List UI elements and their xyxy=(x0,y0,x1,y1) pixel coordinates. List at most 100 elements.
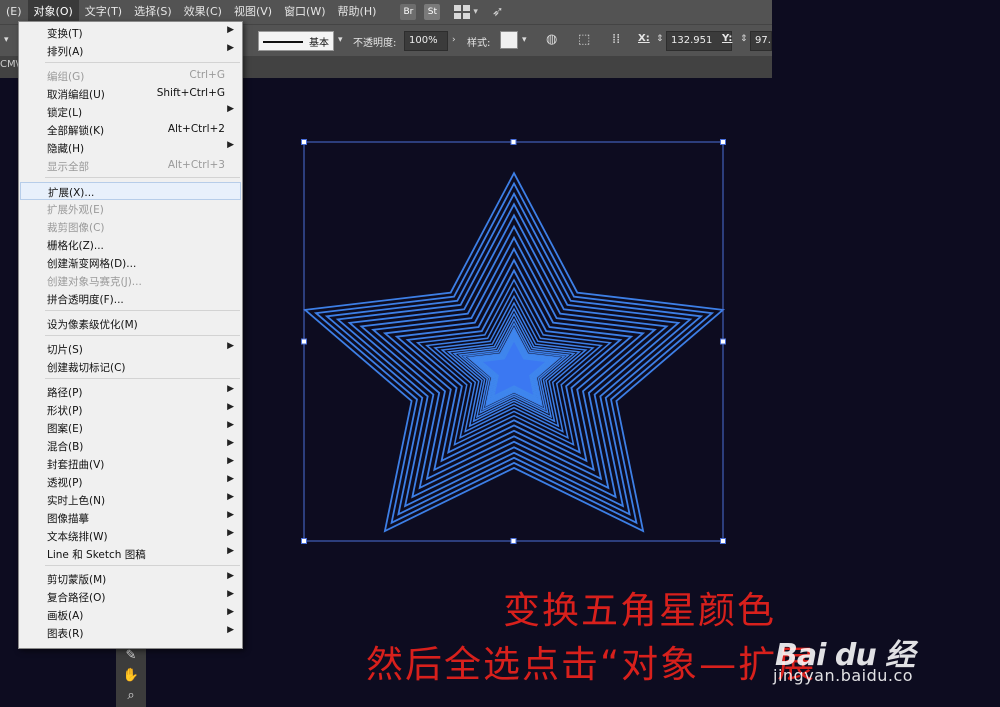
object-menu-item[interactable]: 设为像素级优化(M) xyxy=(20,315,241,333)
object-menu-item[interactable]: 封套扭曲(V) ▶ xyxy=(20,455,241,473)
object-menu-item[interactable]: 图表(R) ▶ xyxy=(20,624,241,642)
object-menu-item[interactable]: 显示全部 Alt+Ctrl+3 xyxy=(20,157,241,175)
object-menu-item[interactable]: 形状(P) ▶ xyxy=(20,401,241,419)
object-menu-item[interactable]: 实时上色(N) ▶ xyxy=(20,491,241,509)
submenu-arrow-icon: ▶ xyxy=(227,589,234,599)
resize-handle[interactable] xyxy=(301,338,307,345)
resize-handle[interactable] xyxy=(510,139,517,145)
menu-item-label: 排列(A) xyxy=(47,46,84,58)
object-menu-item[interactable]: 创建裁切标记(C) xyxy=(20,358,241,376)
menu-separator xyxy=(45,310,240,311)
menu-item-label: 设为像素级优化(M) xyxy=(47,319,138,331)
menu-item-label: 文本绕排(W) xyxy=(47,531,108,543)
tools-panel: ✎ ✋ ⌕ xyxy=(116,646,146,707)
object-menu-item[interactable]: 创建对象马赛克(J)... xyxy=(20,272,241,290)
object-menu-item[interactable]: 复合路径(O) ▶ xyxy=(20,588,241,606)
menu-item-label: 路径(P) xyxy=(47,387,83,399)
object-menu-item[interactable]: 变换(T) ▶ xyxy=(20,24,241,42)
align-to-icon[interactable]: ⬚ xyxy=(578,32,590,47)
chevron-down-icon[interactable]: ▾ xyxy=(338,35,343,45)
resize-handle[interactable] xyxy=(720,139,726,145)
menu-item-label: 图案(E) xyxy=(47,423,83,435)
submenu-arrow-icon: ▶ xyxy=(227,625,234,635)
resize-handle[interactable] xyxy=(301,538,307,544)
menu-item-shortcut: Alt+Ctrl+2 xyxy=(167,123,225,135)
star-artwork[interactable] xyxy=(302,171,726,533)
submenu-arrow-icon: ▶ xyxy=(227,104,234,114)
object-menu-item[interactable]: 拼合透明度(F)... xyxy=(20,290,241,308)
object-menu-item[interactable]: 路径(P) ▶ xyxy=(20,383,241,401)
menu-item-label: 全部解锁(K) xyxy=(47,125,105,137)
submenu-arrow-icon: ▶ xyxy=(227,607,234,617)
opacity-input[interactable]: 100% xyxy=(404,31,448,51)
resize-handle[interactable] xyxy=(720,538,726,544)
submenu-arrow-icon: ▶ xyxy=(227,43,234,53)
stock-icon[interactable]: St xyxy=(424,4,441,20)
object-menu-item[interactable]: 图案(E) ▶ xyxy=(20,419,241,437)
menu-item-shortcut: Shift+Ctrl+G xyxy=(156,87,225,99)
object-menu-item[interactable]: 排列(A) ▶ xyxy=(20,42,241,60)
object-menu-item[interactable]: 锁定(L) ▶ xyxy=(20,103,241,121)
resize-handle[interactable] xyxy=(301,139,307,145)
opacity-label: 不透明度: xyxy=(353,38,397,49)
sync-icon[interactable]: ➶ xyxy=(492,4,504,20)
object-menu-item[interactable]: 图像描摹 ▶ xyxy=(20,509,241,527)
object-menu-item[interactable]: 取消编组(U) Shift+Ctrl+G xyxy=(20,85,241,103)
menu-item-label: 复合路径(O) xyxy=(47,592,106,604)
object-menu-item[interactable]: 透视(P) ▶ xyxy=(20,473,241,491)
submenu-arrow-icon: ▶ xyxy=(227,438,234,448)
submenu-arrow-icon: ▶ xyxy=(227,140,234,150)
resize-handle[interactable] xyxy=(720,338,726,345)
object-menu-item[interactable]: Line 和 Sketch 图稿 ▶ xyxy=(20,545,241,563)
object-menu-item[interactable]: 剪切蒙版(M) ▶ xyxy=(20,570,241,588)
menu-item[interactable]: 窗口(W) xyxy=(278,0,331,24)
submenu-arrow-icon: ▶ xyxy=(227,420,234,430)
document-tab[interactable]: CM\ xyxy=(0,59,19,70)
object-menu-item[interactable]: 扩展外观(E) xyxy=(20,200,241,218)
reference-point-icon[interactable]: ⁞⁞ xyxy=(612,32,620,47)
object-menu-item[interactable]: 全部解锁(K) Alt+Ctrl+2 xyxy=(20,121,241,139)
submenu-arrow-icon: ▶ xyxy=(227,546,234,556)
object-menu-item[interactable]: 裁剪图像(C) xyxy=(20,218,241,236)
submenu-arrow-icon: ▶ xyxy=(227,456,234,466)
object-menu-item[interactable]: 隐藏(H) ▶ xyxy=(20,139,241,157)
menu-item-label: 封套扭曲(V) xyxy=(47,459,105,471)
pen-icon[interactable]: ✎ xyxy=(116,646,146,666)
hand-icon[interactable]: ✋ xyxy=(116,666,146,686)
object-menu-item[interactable]: 画板(A) ▶ xyxy=(20,606,241,624)
object-menu-item[interactable]: 创建渐变网格(D)... xyxy=(20,254,241,272)
menu-item-label: 隐藏(H) xyxy=(47,143,85,155)
menu-item-label: 创建对象马赛克(J)... xyxy=(47,276,142,288)
object-menu-item[interactable]: 栅格化(Z)... xyxy=(20,236,241,254)
stepper-icon[interactable]: ⇕ xyxy=(656,34,664,44)
submenu-arrow-icon: ▶ xyxy=(227,25,234,35)
object-menu-item[interactable]: 文本绕排(W) ▶ xyxy=(20,527,241,545)
menu-item-label: 显示全部 xyxy=(47,161,89,173)
graphic-style-swatch[interactable] xyxy=(500,31,518,49)
zoom-icon[interactable]: ⌕ xyxy=(116,686,146,706)
object-menu-item[interactable]: 混合(B) ▶ xyxy=(20,437,241,455)
object-menu-dropdown: 变换(T) ▶ 排列(A) ▶ 编组(G) Ctrl+G 取消编组(U) Shift+Ctrl… xyxy=(18,21,243,649)
resize-handle[interactable] xyxy=(510,538,517,544)
menu-item-label: 扩展外观(E) xyxy=(47,204,104,216)
chevron-right-icon[interactable]: › xyxy=(452,35,456,45)
object-menu-item[interactable]: 切片(S) ▶ xyxy=(20,340,241,358)
recolor-artwork-icon[interactable]: ◍ xyxy=(546,32,557,47)
menu-item-label: 编组(G) xyxy=(47,71,85,83)
menu-separator xyxy=(45,378,240,379)
chevron-down-icon[interactable]: ▾ xyxy=(4,35,9,45)
object-menu-item[interactable]: 扩展(X)... xyxy=(20,182,241,200)
chevron-down-icon[interactable]: ▾ xyxy=(522,35,527,45)
menu-item-label: 形状(P) xyxy=(47,405,83,417)
stepper-icon[interactable]: ⇕ xyxy=(740,34,748,44)
chevron-down-icon[interactable]: ▾ xyxy=(473,7,478,17)
y-position-input[interactable]: 97.4 xyxy=(750,31,772,51)
submenu-arrow-icon: ▶ xyxy=(227,492,234,502)
bridge-icon[interactable]: Br xyxy=(400,4,417,20)
menu-item-label: 切片(S) xyxy=(47,344,83,356)
stroke-style-picker[interactable]: 基本 xyxy=(258,31,334,51)
workspace-grid-icon[interactable] xyxy=(454,5,471,19)
menu-item-label: 创建裁切标记(C) xyxy=(47,362,126,374)
menu-item[interactable]: 帮助(H) xyxy=(332,0,383,24)
object-menu-item[interactable]: 编组(G) Ctrl+G xyxy=(20,67,241,85)
